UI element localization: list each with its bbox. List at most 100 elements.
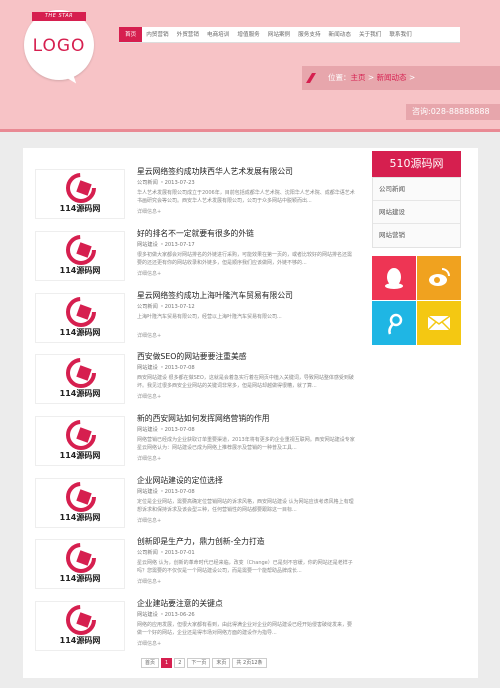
nav-item-ecommerce-training[interactable]: 电商培训	[203, 27, 233, 42]
article-title[interactable]: 企业建站要注意的关键点	[137, 598, 223, 609]
article-title[interactable]: 新的西安网站如何发挥网络营销的作用	[137, 413, 270, 424]
article-thumbnail-brand: 114源码网	[59, 636, 101, 645]
logo-text: LOGO	[32, 36, 86, 56]
article-summary: 星云网络 认为，创新的革命时代已经来临，改变（Change）已是刻不容缓，你的网…	[137, 560, 353, 574]
article-more-link[interactable]: 详细信息+	[137, 208, 161, 215]
article-thumbnail[interactable]: 114源码网	[35, 478, 125, 528]
nav-item-news[interactable]: 新闻动态	[325, 27, 355, 42]
list-item: 114源码网 星云网络签约成功陕西华人艺术发展有限公司 公司新闻 ・2013-0…	[35, 166, 355, 220]
list-item: 114源码网 创新即是生产力，鼎力创新-全力打造 公司新闻 ・2013-07-0…	[35, 536, 353, 590]
article-thumbnail-brand: 114源码网	[59, 328, 101, 337]
article-meta: 网站建设 ・2013-07-08	[137, 427, 195, 433]
weibo-link[interactable]	[417, 256, 461, 300]
sidebar-title: 510源码网	[372, 151, 461, 177]
main-nav: 首页 内贸营销 外贸营销 电商培训 增值服务 网站案例 服务支持 新闻动态 关于…	[119, 27, 460, 43]
list-item: 114源码网 新的西安网站如何发挥网络营销的作用 网站建设 ・2013-07-0…	[35, 413, 355, 467]
brand-mark-icon	[66, 235, 96, 265]
list-item: 114源码网 西安做SEO的网站要要注重美感 网站建设 ・2013-07-08 …	[35, 351, 354, 405]
list-item: 114源码网 企业建站要注意的关键点 网站建设 ・2013-06-26 网络的应…	[35, 598, 353, 652]
article-meta: 网站建设 ・2013-07-17	[137, 242, 195, 248]
nav-item-foreign-marketing[interactable]: 外贸营销	[173, 27, 203, 42]
article-meta: 网站建设 ・2013-07-08	[137, 365, 195, 371]
article-meta: 公司新闻 ・2013-07-12	[137, 304, 195, 310]
nav-item-value-added[interactable]: 增值服务	[233, 27, 263, 42]
email-link[interactable]	[417, 301, 461, 345]
breadcrumb-home[interactable]: 主页	[351, 73, 366, 82]
article-more-link[interactable]: 详细信息+	[137, 393, 161, 400]
article-thumbnail[interactable]: 114源码网	[35, 231, 125, 281]
article-thumbnail[interactable]: 114源码网	[35, 293, 125, 343]
article-title[interactable]: 星云网络签约成功陕西华人艺术发展有限公司	[137, 166, 293, 177]
article-meta: 网站建设 ・2013-07-08	[137, 489, 195, 495]
article-thumbnail[interactable]: 114源码网	[35, 354, 125, 404]
article-summary: 网络的应用发展，但很大家都有看到，由此得满企业对企业的网站建设已经开始侵害破绽发…	[137, 622, 353, 636]
article-meta: 网站建设 ・2013-06-26	[137, 612, 195, 618]
pagination-total: 共 2页12条	[232, 658, 267, 668]
article-thumbnail[interactable]: 114源码网	[35, 416, 125, 466]
pagination: 首页 1 2 下一页 末页 共 2页12条	[141, 658, 267, 668]
logo-ribbon: THE STAR	[32, 12, 86, 21]
qq-icon	[385, 268, 403, 289]
article-summary: 上海叶隆汽车贸易有限公司，经营以上海叶隆汽车贸易有限公司...	[137, 314, 282, 320]
pagination-next[interactable]: 下一页	[187, 658, 211, 668]
breadcrumb: 位置：主页 > 新闻动态 >	[302, 66, 500, 90]
nav-item-contact[interactable]: 联系我们	[385, 27, 415, 42]
content-panel: 114源码网 星云网络签约成功陕西华人艺术发展有限公司 公司新闻 ・2013-0…	[23, 148, 478, 678]
list-item: 114源码网 企业网站建设的定位选择 网站建设 ・2013-07-08 定位是企…	[35, 475, 354, 529]
article-summary: 西安网站建设 很多都在做SEO，这就是会着急实行着在网页中植入关键词，导致网站整…	[137, 375, 354, 389]
article-more-link[interactable]: 详细信息+	[137, 332, 161, 339]
article-more-link[interactable]: 详细信息+	[137, 640, 161, 647]
social-links	[372, 256, 461, 346]
nav-item-cases[interactable]: 网站案例	[264, 27, 294, 42]
email-icon	[427, 315, 451, 331]
brand-mark-icon	[66, 543, 96, 573]
article-title[interactable]: 西安做SEO的网站要要注重美感	[137, 351, 247, 362]
article-title[interactable]: 星云网络签约成功上海叶隆汽车贸易有限公司	[137, 290, 293, 301]
nav-item-about[interactable]: 关于我们	[355, 27, 385, 42]
article-meta: 公司新闻 ・2013-07-23	[137, 180, 195, 186]
list-item: 114源码网 星云网络签约成功上海叶隆汽车贸易有限公司 公司新闻 ・2013-0…	[35, 290, 353, 344]
pagination-page[interactable]: 2	[174, 658, 186, 668]
sidebar-menu: 公司新闻 网站建设 网站营销	[372, 177, 461, 248]
brand-mark-icon	[66, 297, 96, 327]
pagination-page[interactable]: 1	[161, 658, 173, 668]
brand-mark-icon	[66, 482, 96, 512]
article-thumbnail-brand: 114源码网	[59, 513, 101, 522]
nav-item-domestic-marketing[interactable]: 内贸营销	[142, 27, 172, 42]
breadcrumb-separator: >	[365, 73, 377, 82]
tencent-weibo-link[interactable]	[372, 301, 416, 345]
qq-link[interactable]	[372, 256, 416, 300]
article-thumbnail-brand: 114源码网	[59, 204, 101, 213]
nav-item-home[interactable]: 首页	[119, 27, 143, 42]
breadcrumb-current[interactable]: 新闻动态	[377, 73, 407, 82]
breadcrumb-separator: >	[406, 73, 416, 82]
article-thumbnail[interactable]: 114源码网	[35, 539, 125, 589]
pagination-first[interactable]: 首页	[141, 658, 160, 668]
sidebar-item-website-marketing[interactable]: 网站营销	[373, 224, 460, 247]
article-summary: 很多初做大家都会对网站排名的外链进行采购，可能效果在第一页的，或者比较好的网站排…	[137, 252, 353, 266]
article-more-link[interactable]: 详细信息+	[137, 270, 161, 277]
article-title[interactable]: 创新即是生产力，鼎力创新-全力打造	[137, 536, 265, 547]
article-title[interactable]: 好的排名不一定就要有很多的外链	[137, 228, 254, 239]
article-title[interactable]: 企业网站建设的定位选择	[137, 475, 223, 486]
tencent-weibo-icon	[388, 313, 403, 335]
article-thumbnail[interactable]: 114源码网	[35, 601, 125, 651]
list-item: 114源码网 好的排名不一定就要有很多的外链 网站建设 ・2013-07-17 …	[35, 228, 353, 282]
pagination-last[interactable]: 末页	[212, 658, 231, 668]
article-more-link[interactable]: 详细信息+	[137, 455, 161, 462]
site-header: THE STAR LOGO 首页 内贸营销 外贸营销 电商培训 增值服务 网站案…	[0, 0, 500, 132]
weibo-icon	[429, 268, 450, 286]
sidebar-item-website-building[interactable]: 网站建设	[373, 201, 460, 224]
article-more-link[interactable]: 详细信息+	[137, 517, 161, 524]
article-more-link[interactable]: 详细信息+	[137, 578, 161, 585]
article-summary: 网络营销已经成为企业获取订单重要渠道，2013年将有更多的企业重视互联网。西安网…	[137, 437, 355, 451]
breadcrumb-prefix: 位置：	[328, 73, 351, 82]
phone-number: 咨询:028-88888888	[406, 104, 500, 120]
nav-item-support[interactable]: 服务支持	[294, 27, 324, 42]
article-thumbnail-brand: 114源码网	[59, 389, 101, 398]
article-thumbnail[interactable]: 114源码网	[35, 169, 125, 219]
brand-mark-icon	[66, 605, 96, 635]
sidebar-item-company-news[interactable]: 公司新闻	[373, 178, 460, 201]
article-thumbnail-brand: 114源码网	[59, 574, 101, 583]
article-meta: 公司新闻 ・2013-07-01	[137, 550, 195, 556]
